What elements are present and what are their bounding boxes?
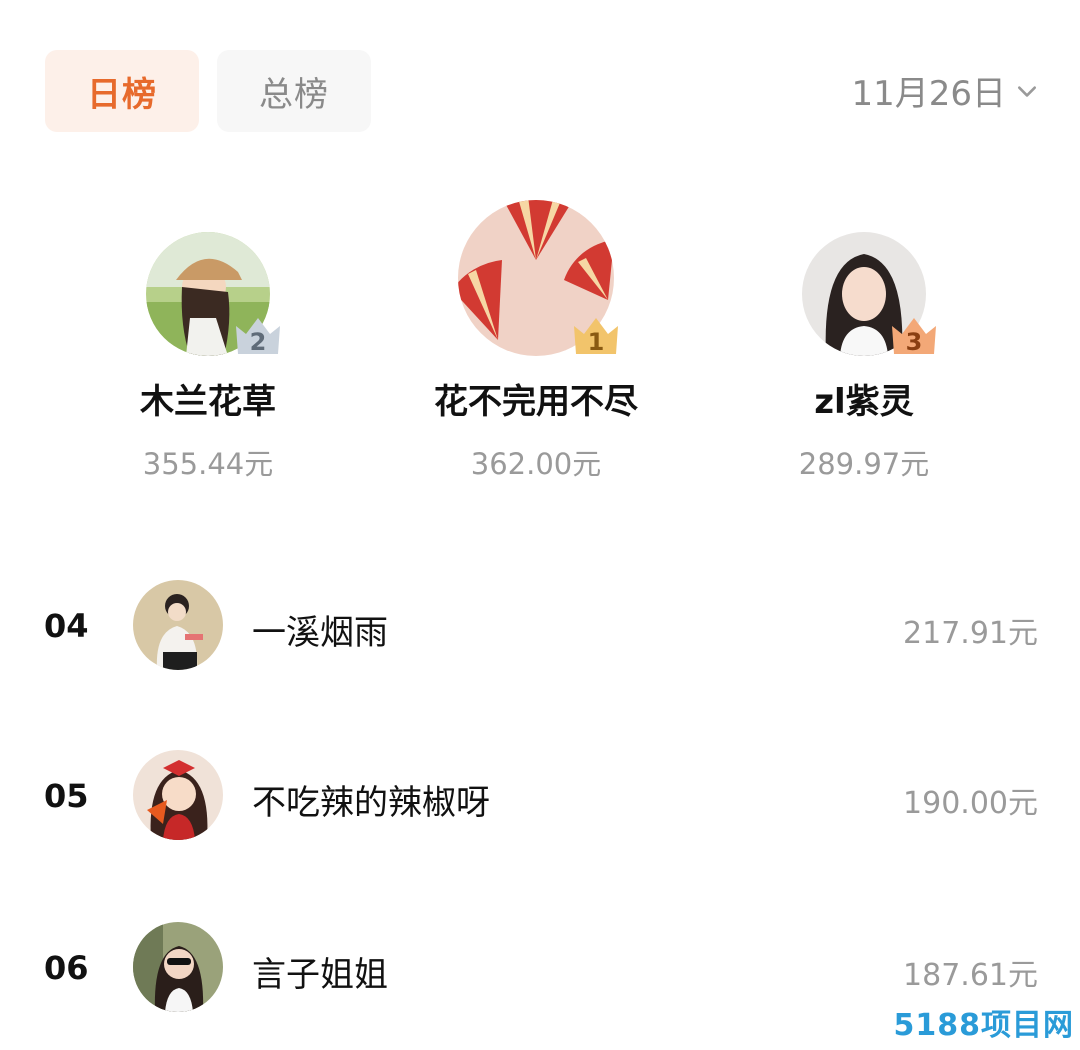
podium-rank-1[interactable]: 1 花不完用不尽 362.00元 bbox=[416, 200, 656, 483]
list-amount: 190.00元 bbox=[903, 786, 1038, 821]
avatar: 2 bbox=[146, 232, 280, 356]
bronze-crown-icon: 3 bbox=[888, 312, 940, 356]
list-rank: 04 bbox=[44, 607, 89, 645]
watermark: 5188项目网 bbox=[893, 1008, 1074, 1043]
rank-badge-number: 2 bbox=[249, 328, 267, 356]
podium-amount: 289.97元 bbox=[798, 447, 930, 481]
rank-badge-number: 3 bbox=[905, 328, 923, 356]
ranking-tabs: 日榜 总榜 bbox=[45, 50, 371, 132]
list-rank: 05 bbox=[44, 777, 89, 815]
podium-name: zl紫灵 bbox=[814, 382, 914, 422]
podium-rank-2[interactable]: 2 木兰花草 355.44元 bbox=[88, 232, 328, 483]
avatar bbox=[133, 922, 223, 1012]
avatar bbox=[133, 580, 223, 670]
date-selector[interactable]: 11月26日 bbox=[851, 66, 1038, 115]
podium-amount: 355.44元 bbox=[142, 447, 274, 481]
list-item[interactable]: 04 一溪烟雨 217.91元 bbox=[0, 580, 1080, 670]
avatar: 1 bbox=[458, 200, 618, 356]
list-name: 不吃辣的辣椒呀 bbox=[252, 783, 490, 823]
podium-rank-3[interactable]: 3 zl紫灵 289.97元 bbox=[744, 232, 984, 483]
gold-crown-icon: 1 bbox=[570, 312, 622, 356]
tab-daily[interactable]: 日榜 bbox=[45, 50, 199, 132]
list-name: 言子姐姐 bbox=[252, 955, 388, 995]
list-item[interactable]: 05 不吃辣的辣椒呀 190.00元 bbox=[0, 750, 1080, 840]
rank-badge-number: 1 bbox=[587, 328, 605, 356]
chevron-down-icon bbox=[1017, 85, 1037, 97]
list-name: 一溪烟雨 bbox=[252, 613, 388, 653]
podium-name: 花不完用不尽 bbox=[434, 382, 638, 422]
avatar bbox=[133, 750, 223, 840]
avatar: 3 bbox=[802, 232, 936, 356]
silver-crown-icon: 2 bbox=[232, 312, 284, 356]
list-amount: 217.91元 bbox=[903, 616, 1038, 651]
tab-total[interactable]: 总榜 bbox=[217, 50, 371, 132]
list-rank: 06 bbox=[44, 949, 89, 987]
podium-amount: 362.00元 bbox=[470, 447, 602, 481]
podium-name: 木兰花草 bbox=[140, 382, 276, 422]
list-item[interactable]: 06 言子姐姐 187.61元 bbox=[0, 922, 1080, 1012]
date-selector-value: 11月26日 bbox=[851, 74, 1006, 114]
list-amount: 187.61元 bbox=[903, 958, 1038, 993]
